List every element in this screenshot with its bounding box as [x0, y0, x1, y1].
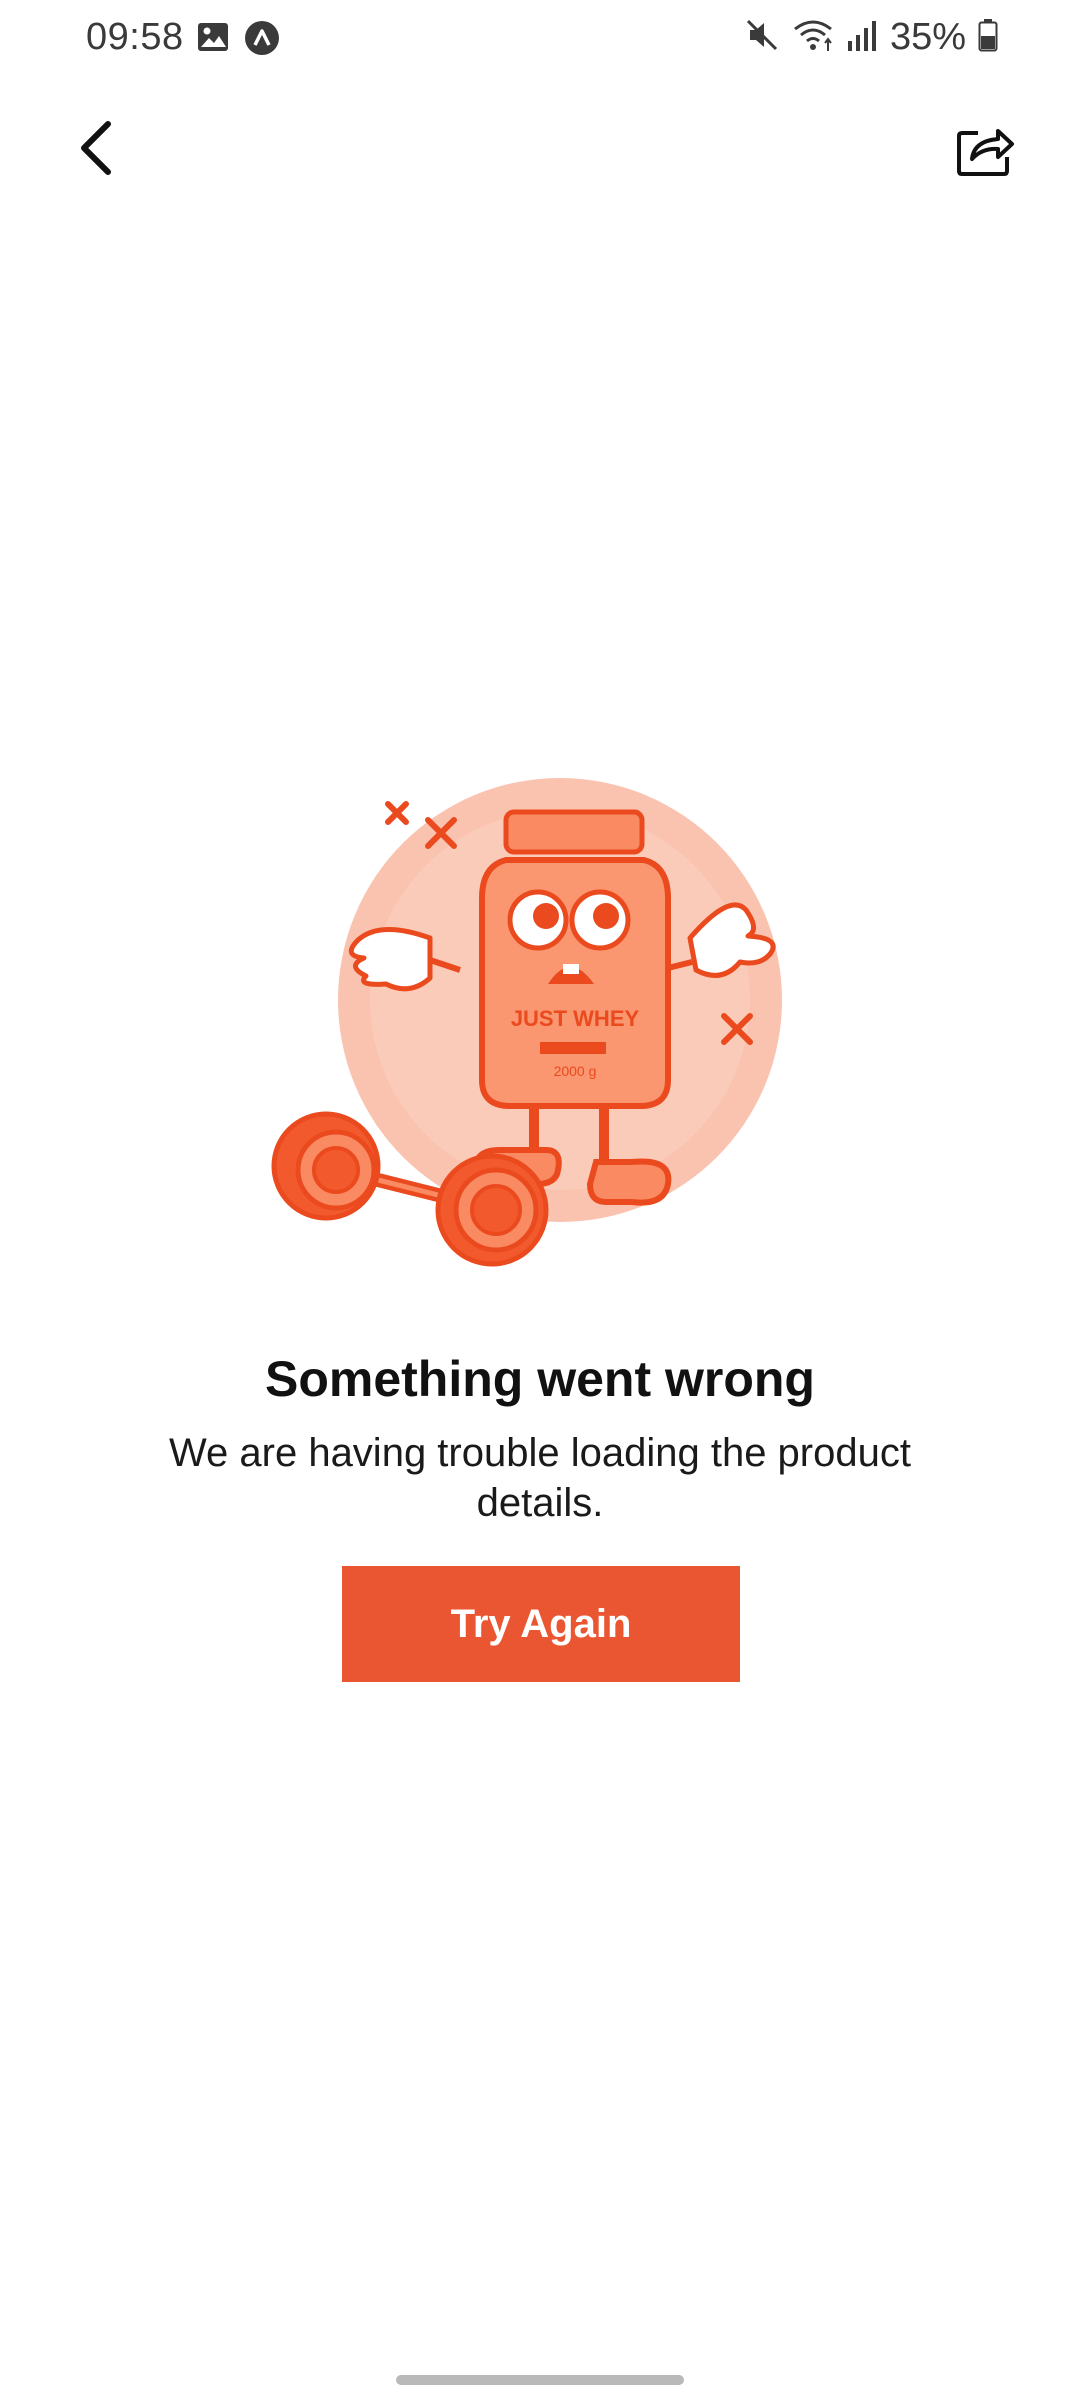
app-notification-icon [244, 20, 280, 61]
error-screen: 09:58 35% JUST WHEY 2000 g Something wen… [0, 0, 1080, 2400]
jar-label: JUST WHEY [511, 1006, 640, 1031]
chevron-left-icon [70, 118, 120, 183]
signal-icon [846, 17, 878, 58]
battery-icon [978, 17, 998, 58]
back-button[interactable] [60, 115, 130, 185]
error-title: Something went wrong [265, 1351, 815, 1407]
gallery-icon [196, 20, 230, 61]
battery-percentage: 35% [889, 16, 966, 58]
status-system-icons: 35% [744, 16, 998, 59]
share-button[interactable] [950, 115, 1020, 185]
try-again-button[interactable]: Try Again [342, 1566, 740, 1682]
home-indicator[interactable] [396, 2375, 684, 2385]
error-illustration: JUST WHEY 2000 g [260, 770, 820, 1290]
mute-icon [744, 17, 780, 58]
error-message: We are having trouble loading the produc… [169, 1431, 911, 1525]
status-time: 09:58 [86, 16, 184, 58]
top-app-bar [0, 100, 1080, 200]
share-icon [954, 117, 1016, 184]
status-notification-icons [196, 20, 280, 61]
jar-weight: 2000 g [554, 1063, 597, 1079]
status-bar: 09:58 35% [0, 0, 1080, 80]
wifi-icon [792, 17, 834, 58]
